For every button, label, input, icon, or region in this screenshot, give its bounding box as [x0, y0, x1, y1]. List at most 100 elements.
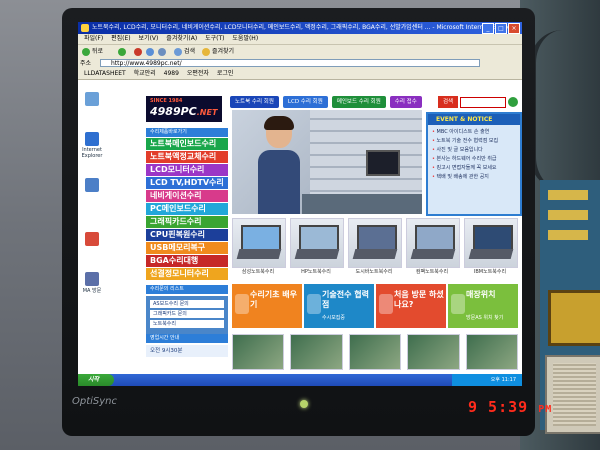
nav-tab[interactable]: 노트북 수리 회원	[230, 96, 279, 108]
maximize-button[interactable]: □	[495, 23, 507, 34]
menu-view[interactable]: 보기(V)	[139, 35, 159, 42]
inquiry-item[interactable]: 노트북수리	[150, 320, 224, 328]
back-arrow-icon	[82, 47, 90, 56]
link-item[interactable]: LLDATASHEET	[84, 70, 126, 77]
left-menu-item[interactable]: BGA수리대행	[146, 255, 228, 267]
back-button[interactable]: 뒤로	[82, 47, 103, 57]
link-item[interactable]: 4989	[164, 70, 179, 77]
bench-monitor	[366, 150, 400, 176]
desktop-icon[interactable]	[80, 92, 104, 107]
ram-slot	[548, 210, 588, 220]
laptop-image	[406, 218, 460, 268]
monitor-screen: 노트북수리, LCD수리, 모니터수리, 네비게이션수리, LCD모니터수리, …	[78, 22, 522, 386]
left-menu-item[interactable]: 그래픽카드수리	[146, 216, 228, 228]
search-go-button[interactable]	[508, 97, 518, 107]
product-card[interactable]: 도시바노트북수리	[348, 218, 402, 280]
search-button[interactable]: 검색	[174, 47, 195, 57]
notice-item[interactable]: 사진 및 글 모음입니다	[432, 146, 516, 155]
laptop-image	[290, 218, 344, 268]
links-bar: LLDATASHEET 학교안리 4989 오편전자 로그인	[78, 69, 522, 80]
left-menu-item[interactable]: 선결정모니터수리	[146, 268, 228, 280]
top-nav: 노트북 수리 회원 LCD 수리 회원 메인보드 수리 회원 수리 접수	[230, 96, 422, 108]
desktop-icon-ie[interactable]: Internet Explorer	[80, 132, 104, 159]
notice-item[interactable]: MBC 아이디스트 손 출연	[432, 128, 516, 137]
link-item[interactable]: 로그인	[217, 70, 234, 77]
home-button[interactable]	[158, 47, 168, 57]
stop-button[interactable]	[134, 47, 144, 57]
left-menu-item[interactable]: 노트북액정교체수리	[146, 151, 228, 163]
product-card[interactable]: 삼성노트북수리	[232, 218, 286, 280]
left-menu: 수리제품바로가기 노트북메인보드수리 노트북액정교체수리 LCD모니터수리 LCD T…	[146, 128, 228, 336]
face-icon	[379, 294, 393, 314]
board-thumbnail[interactable]	[465, 334, 519, 370]
notice-item[interactable]: 본사는 하드웨어 수리만 취급	[432, 155, 516, 164]
notice-item[interactable]: 노트북 기술 전수 협력점 모집	[432, 137, 516, 146]
toolbar: 뒤로 검색 즐겨찾기	[78, 44, 522, 59]
inquiry-item[interactable]: 그래픽카드 문의	[150, 310, 224, 318]
hours-header: 영업시간 안내	[146, 334, 228, 343]
address-input[interactable]: http://www.4989pc.net/	[100, 59, 480, 67]
menu-tools[interactable]: 도구(T)	[205, 35, 224, 42]
refresh-button[interactable]	[146, 47, 156, 57]
banner-repair-basics[interactable]: 수리기초 배우기	[232, 284, 302, 328]
laptop-image	[232, 218, 286, 268]
person-icon	[307, 294, 321, 314]
menu-help[interactable]: 도움말(H)	[232, 35, 258, 42]
refresh-icon	[146, 47, 154, 56]
board-thumbnail[interactable]	[290, 334, 343, 370]
product-card[interactable]: IBM노트북수리	[464, 218, 518, 280]
banner-location[interactable]: 매장위치 방문AS 위치 찾기	[448, 284, 518, 328]
product-card[interactable]: 컴팩노트북수리	[406, 218, 460, 280]
left-menu-item[interactable]: CPU핀복원수리	[146, 229, 228, 241]
menu-edit[interactable]: 편집(E)	[111, 35, 131, 42]
search-icon	[174, 47, 182, 56]
star-icon	[202, 47, 210, 56]
monitor-brand: OptiSync	[72, 396, 118, 407]
nav-tab[interactable]: LCD 수리 회원	[282, 96, 328, 108]
start-button[interactable]: 시작	[78, 374, 114, 386]
site-logo[interactable]: SINCE 1984 4989PC.NET	[146, 96, 222, 122]
cpu-chip	[548, 290, 600, 346]
menu-favorites[interactable]: 즐겨찾기(A)	[166, 35, 197, 42]
forward-button[interactable]	[118, 47, 128, 57]
minimize-button[interactable]: _	[482, 23, 494, 34]
tools-icon	[235, 294, 249, 314]
left-menu-item[interactable]: LCD TV,HDTV수리	[146, 177, 228, 189]
business-hours: 영업시간 안내 오전 9시30분	[146, 334, 228, 357]
nav-tab[interactable]: 메인보드 수리 회원	[331, 96, 386, 108]
left-menu-item[interactable]: LCD모니터수리	[146, 164, 228, 176]
left-menu-item[interactable]: 네비게이션수리	[146, 190, 228, 202]
board-thumbnail[interactable]	[407, 334, 460, 370]
board-thumbnail[interactable]	[348, 334, 402, 370]
favorites-button[interactable]: 즐겨찾기	[202, 47, 234, 57]
home-icon	[158, 47, 166, 56]
left-menu-item[interactable]: PC메인보드수리	[146, 203, 228, 215]
notice-item[interactable]: 킹고시 면접자들께 꼭 보세요	[432, 164, 516, 173]
photo-timestamp: 9 5:39 PM	[468, 398, 553, 416]
board-thumbnail[interactable]	[232, 334, 285, 370]
left-menu-header: 수리제품바로가기	[146, 128, 228, 137]
ie-icon	[85, 132, 99, 146]
desktop-icon[interactable]: MA 방문	[80, 272, 104, 294]
ram-slot	[548, 230, 588, 240]
webpage: SINCE 1984 4989PC.NET 노트북 수리 회원 LCD 수리 회…	[136, 88, 522, 378]
nav-tab[interactable]: 수리 접수	[389, 96, 422, 108]
left-menu-item[interactable]: 노트북메인보드수리	[146, 138, 228, 150]
inquiry-item[interactable]: AS보드수리 문의	[150, 300, 224, 308]
notice-item[interactable]: 택배 및 배송에 관한 공지	[432, 173, 516, 182]
address-label: 주소	[80, 60, 92, 67]
product-card[interactable]: HP노트북수리	[290, 218, 344, 280]
window-titlebar: 노트북수리, LCD수리, 모니터수리, 네비게이션수리, LCD모니터수리, …	[78, 22, 522, 34]
link-item[interactable]: 오편전자	[187, 70, 209, 77]
close-button[interactable]: ×	[508, 23, 520, 34]
link-item[interactable]: 학교안리	[134, 70, 156, 77]
banner-first-visit[interactable]: 처음 방문 하셨나요?	[376, 284, 446, 328]
desktop-icon[interactable]	[80, 178, 104, 193]
menu-file[interactable]: 파일(F)	[84, 35, 103, 42]
stop-icon	[134, 47, 142, 56]
banner-partner[interactable]: 기술전수 협력점 수시모집중	[304, 284, 374, 328]
site-search-input[interactable]	[460, 97, 506, 108]
inquiry-header: 수리문의 리스트	[146, 285, 228, 294]
desktop-icon[interactable]	[80, 232, 104, 247]
left-menu-item[interactable]: USB메모리복구	[146, 242, 228, 254]
